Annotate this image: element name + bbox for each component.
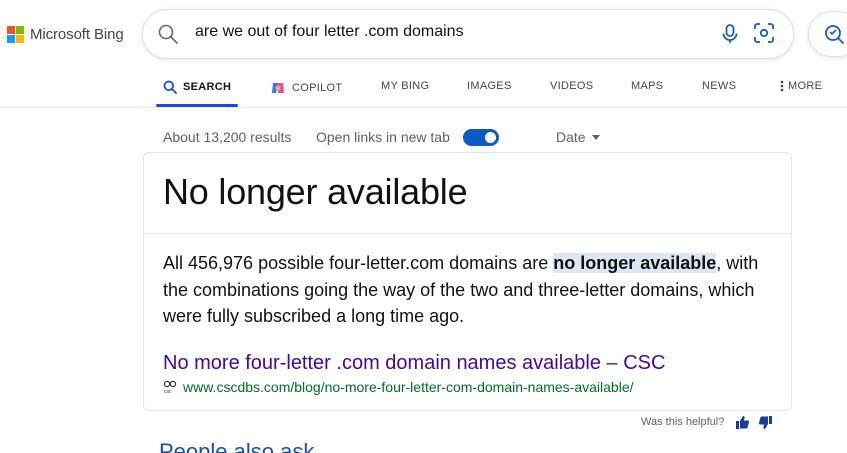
tab-news[interactable]: NEWS (702, 80, 736, 92)
source-url: www.cscdbs.com/blog/no-more-four-letter-… (183, 379, 634, 395)
answer-snippet: All 456,976 possible four-letter.com dom… (163, 250, 773, 330)
toggle-knob (485, 132, 496, 143)
active-tab-indicator (156, 104, 238, 107)
tab-more[interactable]: MORE (780, 80, 822, 92)
kebab-icon (780, 80, 784, 92)
date-filter-dropdown[interactable]: Date (556, 129, 600, 145)
results-meta: About 13,200 results Open links in new t… (163, 129, 633, 147)
tab-my-bing[interactable]: MY BING (381, 80, 429, 92)
people-also-ask-heading: People also ask (159, 439, 315, 453)
tab-label: SEARCH (183, 81, 232, 93)
source-url-row[interactable]: csc www.cscdbs.com/blog/no-more-four-let… (163, 379, 634, 395)
snippet-highlight: no longer available (553, 253, 717, 273)
search-box[interactable] (143, 10, 793, 58)
tab-label: MY BING (381, 80, 430, 92)
bing-logo[interactable]: Microsoft Bing (7, 26, 124, 43)
open-links-label: Open links in new tab (316, 129, 450, 145)
svg-text:csc: csc (164, 389, 172, 394)
copilot-search-icon (825, 25, 844, 44)
tab-maps[interactable]: MAPS (631, 80, 663, 92)
tab-label: COPILOT (292, 82, 343, 94)
csc-favicon-icon: csc (163, 380, 177, 394)
microsoft-logo-icon (7, 26, 24, 43)
thumbs-down-icon[interactable] (758, 416, 773, 434)
thumbs-up-icon[interactable] (735, 416, 750, 434)
tab-search[interactable]: SEARCH (163, 80, 231, 94)
tab-videos[interactable]: VIDEOS (550, 80, 593, 92)
tab-label: NEWS (702, 80, 737, 92)
source-link[interactable]: No more four-letter .com domain names av… (163, 352, 665, 375)
copilot-icon (272, 83, 284, 93)
microphone-icon[interactable] (721, 23, 739, 50)
tab-label: MAPS (631, 80, 664, 92)
search-tabs: SEARCH COPILOT MY BING IMAGES VIDEOS MAP… (0, 70, 847, 108)
search-input[interactable] (195, 23, 695, 41)
tab-images[interactable]: IMAGES (467, 80, 512, 92)
tab-label: VIDEOS (550, 80, 594, 92)
tab-label: MORE (788, 80, 823, 92)
results-count: About 13,200 results (163, 129, 292, 145)
tab-copilot[interactable]: COPILOT (270, 80, 342, 96)
feedback-label: Was this helpful? (641, 416, 725, 428)
brand-name: Microsoft Bing (30, 26, 124, 43)
date-filter-label: Date (556, 129, 586, 145)
search-icon[interactable] (157, 23, 179, 50)
search-icon (163, 80, 177, 94)
copilot-search-button[interactable] (809, 12, 847, 56)
visual-search-icon[interactable] (753, 22, 775, 49)
tab-label: IMAGES (467, 80, 512, 92)
answer-card: No longer available All 456,976 possible… (143, 152, 792, 411)
snippet-text: All 456,976 possible four-letter.com dom… (163, 253, 554, 273)
divider (144, 233, 791, 234)
open-links-toggle[interactable] (463, 129, 499, 146)
answer-title: No longer available (163, 171, 468, 212)
caret-down-icon (591, 134, 600, 140)
